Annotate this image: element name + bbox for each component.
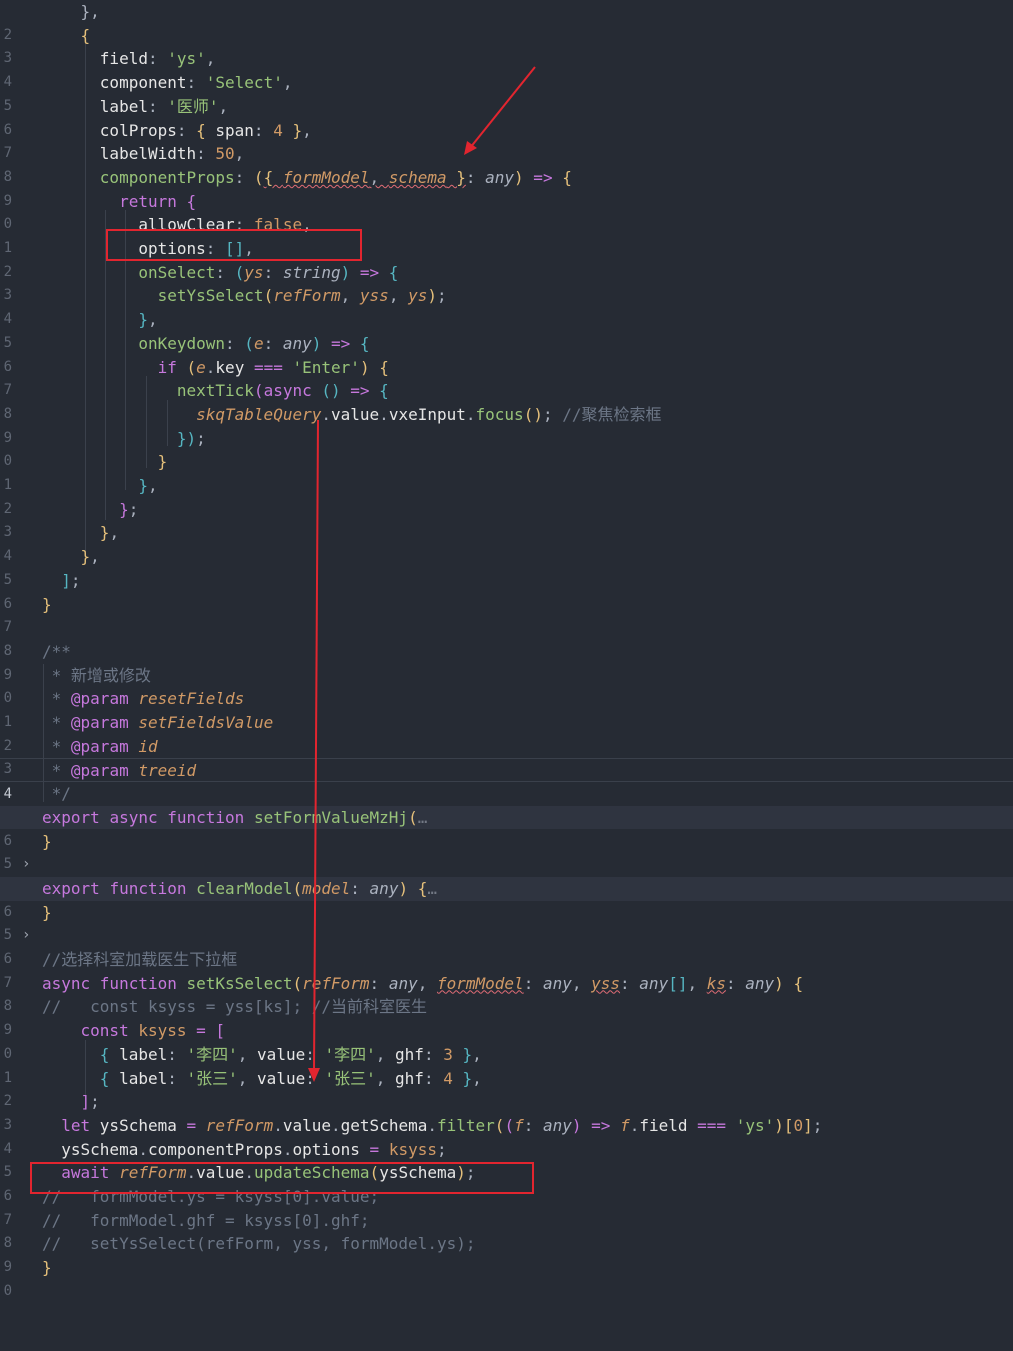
jsdoc-param: id: [138, 736, 158, 756]
code-line[interactable]: 0 const ksyss = [: [0, 1019, 1013, 1062]
code-line[interactable]: 6 ];: [0, 569, 1013, 612]
code-line[interactable]: 5 }: [0, 901, 1013, 944]
code-line[interactable]: 8: [0, 616, 1013, 659]
code-line[interactable]: 2 options: [],: [0, 237, 1013, 280]
jsdoc-param: treeid: [138, 761, 197, 781]
code-line[interactable]: 1 { label: '李四', value: '李四', ghf: 3 },: [0, 1043, 1013, 1086]
code-comment: /**: [42, 641, 71, 661]
code-line[interactable]: 5 component: 'Select',: [0, 71, 1013, 114]
code-line[interactable]: 1 }: [0, 450, 1013, 493]
code-line[interactable]: 5 ysSchema.componentProps.options = ksys…: [0, 1138, 1013, 1181]
code-line[interactable]: 6 await refForm.value.updateSchema(ysSch…: [0, 1161, 1013, 1204]
code-line[interactable]: 7 // formModel.ys = ksyss[0].value;: [0, 1185, 1013, 1228]
code-line[interactable]: 9 /**: [0, 640, 1013, 683]
code-line-folded[interactable]: 6 › export async function setFormValueMz…: [0, 805, 1013, 872]
code-comment: //选择科室加载医生下拉框: [42, 950, 238, 969]
code-comment: */: [51, 784, 71, 804]
code-comment: // const ksyss = yss[ks]; //当前科室医生: [42, 997, 427, 1017]
code-line-folded[interactable]: 6 › export function clearModel(model: an…: [0, 876, 1013, 943]
code-line[interactable]: 1 allowClear: false,: [0, 213, 1013, 256]
string-literal: 'ys': [735, 1115, 775, 1135]
code-line[interactable]: 4: [0, 853, 1013, 896]
code-comment: // formModel.ys = ksyss[0].value;: [42, 1187, 380, 1206]
function-name: setKsSelect: [186, 973, 293, 993]
code-line[interactable]: 5 },: [0, 308, 1013, 351]
code-line[interactable]: 3 * @param id: [0, 735, 1013, 778]
code-line[interactable]: 0 }: [0, 1256, 1013, 1299]
code-line[interactable]: 1 * @param resetFields: [0, 687, 1013, 730]
code-line[interactable]: 8 nextTick(async () => {: [0, 379, 1013, 422]
string-literal: '医师': [167, 96, 219, 116]
string-literal: '李四': [186, 1044, 238, 1064]
code-line[interactable]: 6: [0, 924, 1013, 967]
code-line[interactable]: 2 },: [0, 0, 1013, 43]
code-line[interactable]: 9 // setYsSelect(refForm, yss, formModel…: [0, 1232, 1013, 1275]
code-line[interactable]: 5 },: [0, 545, 1013, 588]
code-line[interactable]: 4 field: 'ys',: [0, 47, 1013, 90]
string-literal: '张三': [186, 1068, 238, 1088]
string-literal: '张三': [324, 1068, 376, 1088]
code-comment: //聚焦检索框: [562, 404, 662, 424]
string-literal: '李四': [324, 1044, 376, 1064]
code-line[interactable]: 8 // formModel.ghf = ksyss[0].ghf;: [0, 1209, 1013, 1252]
code-comment: * 新增或修改: [51, 665, 151, 685]
code-line[interactable]: 0 });: [0, 427, 1013, 470]
fold-ellipsis[interactable]: …: [427, 879, 437, 898]
code-line[interactable]: 9 // const ksyss = yss[ks]; //当前科室医生: [0, 995, 1013, 1038]
fold-ellipsis[interactable]: …: [418, 808, 428, 827]
code-line-current[interactable]: 4 * @param treeid: [0, 758, 1013, 802]
code-editor[interactable]: 2 }, 3 { 4 field: 'ys', 5 component: 'Se…: [0, 0, 1013, 1299]
string-literal: 'ys': [167, 49, 206, 69]
code-comment: // formModel.ghf = ksyss[0].ghf;: [42, 1210, 370, 1230]
code-line[interactable]: 9 skqTableQuery.value.vxeInput.focus(); …: [0, 403, 1013, 446]
code-line[interactable]: 6 onKeydown: (e: any) => {: [0, 332, 1013, 375]
code-line[interactable]: 7 //选择科室加载医生下拉框: [0, 948, 1013, 991]
code-line[interactable]: 9 componentProps: ({ formModel, schema }…: [0, 166, 1013, 209]
code-line[interactable]: 2 },: [0, 474, 1013, 517]
string-literal: 'Enter': [292, 357, 360, 377]
code-line[interactable]: 2 * @param setFieldsValue: [0, 711, 1013, 754]
string-literal: 'Select': [205, 73, 283, 93]
code-line[interactable]: 7 }: [0, 593, 1013, 636]
code-line[interactable]: 0 * 新增或修改: [0, 664, 1013, 707]
code-line[interactable]: 7 colProps: { span: 4 },: [0, 119, 1013, 162]
jsdoc-param: setFieldsValue: [138, 713, 274, 732]
code-line[interactable]: 6 label: '医师',: [0, 95, 1013, 138]
code-line[interactable]: 4 let ysSchema = refForm.value.getSchema…: [0, 1114, 1013, 1157]
code-line[interactable]: 7 if (e.key === 'Enter') {: [0, 356, 1013, 399]
code-comment: // setYsSelect(refForm, yss, formModel.y…: [42, 1234, 476, 1254]
function-name: clearModel: [196, 878, 293, 898]
code-line[interactable]: 4 setYsSelect(refForm, yss, ys);: [0, 284, 1013, 327]
code-line[interactable]: 8 labelWidth: 50,: [0, 142, 1013, 185]
code-line[interactable]: 3 onSelect: (ys: string) => {: [0, 261, 1013, 304]
jsdoc-param: resetFields: [138, 689, 245, 709]
code-line[interactable]: 5 }: [0, 830, 1013, 873]
code-line[interactable]: 0 return {: [0, 190, 1013, 233]
code-line[interactable]: 8 async function setKsSelect(refForm: an…: [0, 972, 1013, 1015]
code-line[interactable]: 2 { label: '张三', value: '张三', ghf: 4 },: [0, 1067, 1013, 1110]
code-line[interactable]: 3 {: [0, 24, 1013, 67]
code-line[interactable]: 5 */: [0, 782, 1013, 825]
code-line[interactable]: 3 ];: [0, 1090, 1013, 1133]
code-line[interactable]: 3 };: [0, 498, 1013, 541]
function-name: setFormValueMzHj: [253, 807, 409, 827]
code-line[interactable]: 4 },: [0, 521, 1013, 564]
